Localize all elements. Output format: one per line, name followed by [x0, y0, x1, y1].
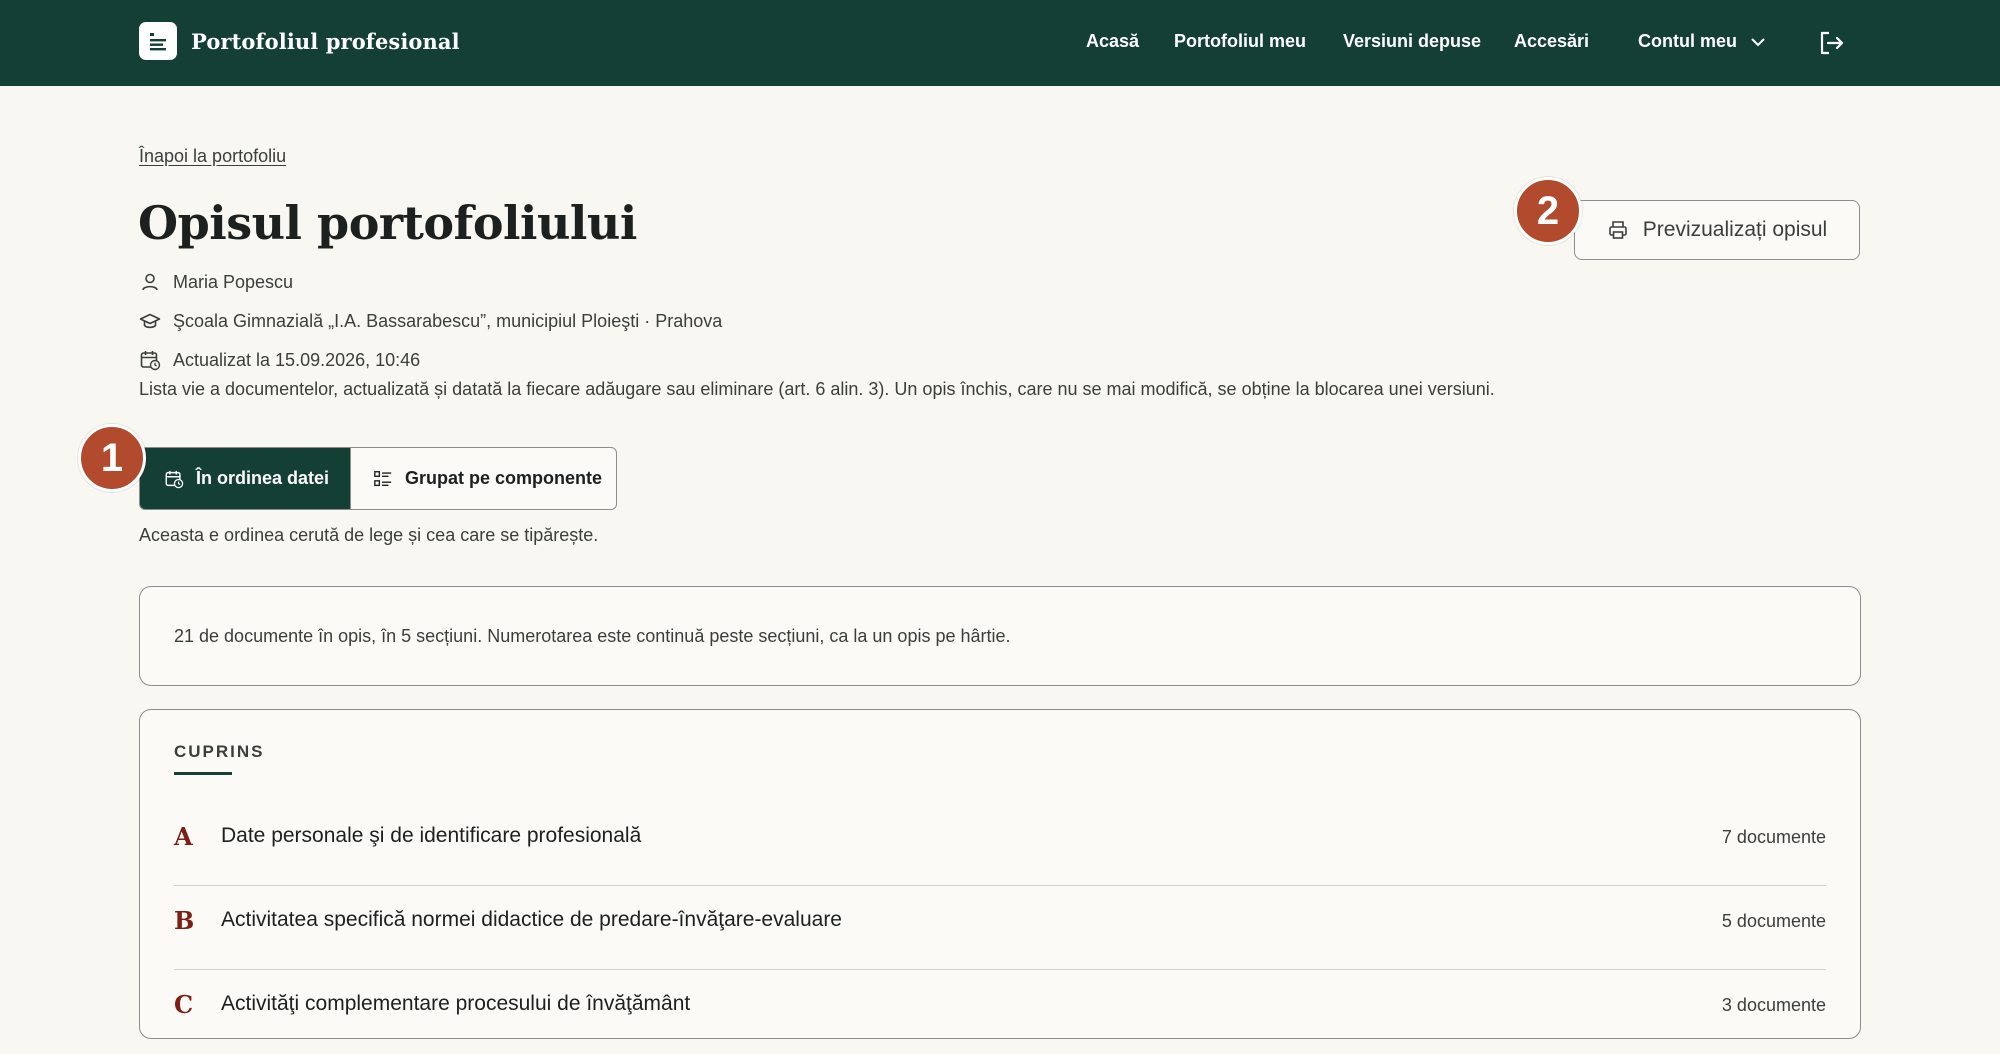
preview-button-label: Previzualizați opisul	[1642, 218, 1828, 241]
back-to-portfolio-link[interactable]: Înapoi la portofoliu	[139, 146, 286, 167]
section-letter: B	[174, 906, 195, 935]
summary-text: 21 de documente în opis, în 5 secțiuni. …	[174, 625, 1011, 646]
toggle-by-component-label: Grupat pe componente	[405, 468, 603, 488]
toggle-by-date-label: În ordinea datei	[196, 468, 330, 488]
section-letter: A	[174, 822, 193, 851]
meta-updated: Actualizat la 15.09.2026, 10:46	[139, 349, 420, 371]
view-mode-toggle: În ordinea datei Grupat pe componente	[139, 447, 617, 510]
nav-my-portfolio[interactable]: Portofoliul meu	[1174, 31, 1306, 52]
toc-section-c[interactable]: C Activităţi complementare procesului de…	[174, 970, 1826, 1054]
top-bar: Portofoliul profesional Acasă Portofoliu…	[0, 0, 2000, 86]
document-logo-icon	[139, 22, 177, 60]
step-badge-2: 2	[1514, 177, 1582, 245]
step-badge-1: 1	[78, 424, 146, 492]
section-count: 3 documente	[1721, 995, 1826, 1015]
toggle-by-component[interactable]: Grupat pe componente	[350, 448, 616, 509]
nav-submitted-versions[interactable]: Versiuni depuse	[1343, 31, 1481, 52]
toggle-by-date[interactable]: În ordinea datei	[140, 448, 350, 509]
meta-school: Şcoala Gimnazială „I.A. Bassarabescu”, m…	[139, 310, 722, 332]
toc-heading: CUPRINS	[174, 742, 265, 761]
person-name: Maria Popescu	[173, 271, 294, 292]
logout-icon[interactable]	[1816, 28, 1846, 58]
grouped-list-icon	[374, 470, 392, 486]
nav-home[interactable]: Acasă	[1086, 31, 1139, 52]
inventory-summary: 21 de documente în opis, în 5 secțiuni. …	[139, 586, 1861, 686]
calendar-clock-icon	[165, 470, 184, 488]
graduation-cap-icon	[139, 313, 161, 329]
school-name: Şcoala Gimnazială „I.A. Bassarabescu”, m…	[173, 310, 723, 331]
toc-section-b[interactable]: B Activitatea specifică normei didactice…	[174, 886, 1826, 970]
meta-person: Maria Popescu	[139, 271, 293, 293]
section-letter: C	[174, 990, 194, 1019]
calendar-clock-icon	[140, 351, 161, 371]
brand-title: Portofoliul profesional	[191, 28, 460, 54]
toc-heading-underline	[174, 772, 232, 775]
table-of-contents: CUPRINS A Date personale şi de identific…	[139, 709, 1861, 1039]
account-menu[interactable]: Contul meu	[1638, 31, 1767, 52]
updated-timestamp: Actualizat la 15.09.2026, 10:46	[173, 349, 421, 370]
person-icon	[142, 273, 158, 291]
toggle-hint: Aceasta e ordinea cerută de lege și cea …	[139, 525, 599, 545]
chevron-down-icon	[1751, 37, 1765, 46]
page-title: Opisul portofoliului	[138, 196, 637, 250]
section-title: Activitatea specifică normei didactice d…	[221, 908, 842, 931]
brand[interactable]: Portofoliul profesional	[139, 22, 460, 60]
nav-access-log[interactable]: Accesări	[1514, 31, 1589, 52]
preview-inventory-button[interactable]: Previzualizați opisul	[1574, 200, 1860, 260]
section-count: 5 documente	[1721, 911, 1826, 931]
toc-section-a[interactable]: A Date personale şi de identificare prof…	[174, 802, 1826, 886]
section-count: 7 documente	[1721, 827, 1826, 847]
printer-icon	[1608, 221, 1627, 239]
section-title: Date personale şi de identificare profes…	[221, 824, 642, 847]
section-title: Activităţi complementare procesului de î…	[221, 992, 691, 1015]
page-description: Lista vie a documentelor, actualizată și…	[139, 379, 1495, 399]
account-label: Contul meu	[1638, 31, 1737, 51]
